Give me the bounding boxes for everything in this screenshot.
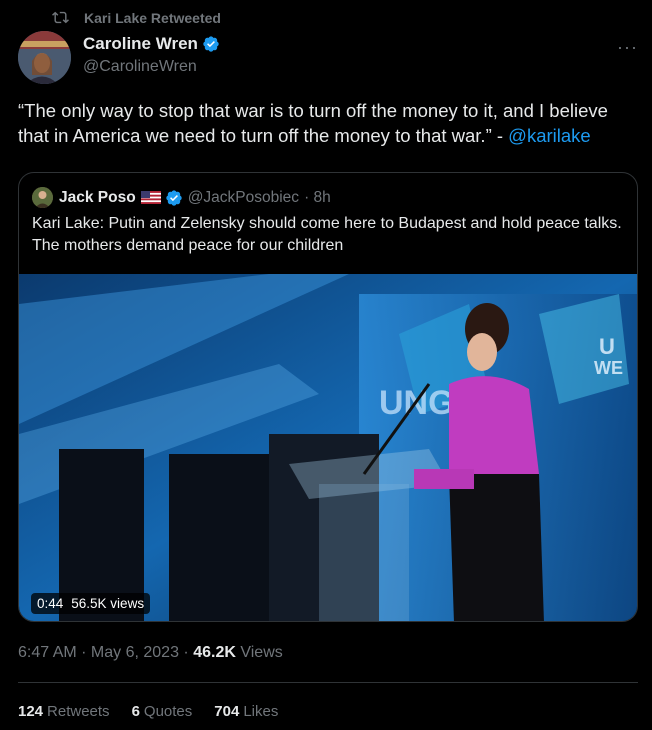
svg-text:WE: WE: [594, 358, 623, 378]
verified-icon: [166, 189, 182, 206]
retweet-context: Kari Lake Retweeted: [52, 9, 221, 26]
quote-avatar: [32, 187, 53, 208]
video-duration: 0:44: [37, 596, 64, 611]
quote-author-handle: @JackPosobiec: [187, 188, 300, 206]
timestamp[interactable]: 6:47 AM · May 6, 2023 ·: [18, 644, 193, 661]
quotes-stat[interactable]: 6 Quotes: [132, 703, 193, 720]
quotes-count: 6: [131, 703, 140, 720]
quote-text: Kari Lake: Putin and Zelensky should com…: [32, 215, 622, 254]
views-label: Views: [235, 644, 283, 661]
likes-count: 704: [214, 703, 240, 720]
tweet-meta: 6:47 AM · May 6, 2023 · 46.2K Views: [18, 644, 283, 662]
retweets-stat[interactable]: 124 Retweets: [18, 703, 110, 720]
author-handle[interactable]: @CarolineWren: [83, 58, 220, 76]
more-icon[interactable]: ···: [617, 37, 638, 58]
video-views: 56.5K views: [71, 596, 145, 611]
us-flag-icon: [140, 191, 161, 204]
divider: [18, 682, 638, 683]
likes-stat[interactable]: 704 Likes: [214, 703, 278, 720]
verified-icon: [203, 36, 219, 52]
quotes-label: Quotes: [143, 703, 193, 720]
engagement-stats: 124 Retweets 6 Quotes 704 Likes: [18, 703, 300, 720]
retweet-label[interactable]: Kari Lake Retweeted: [84, 10, 221, 26]
quote-author-name: Jack Poso: [59, 188, 136, 206]
quoted-tweet[interactable]: Jack Poso @JackPosobiec · 8h Kari Lake: …: [18, 172, 638, 622]
svg-text:U: U: [599, 334, 615, 359]
retweets-label: Retweets: [47, 703, 110, 720]
avatar[interactable]: [18, 31, 71, 84]
mention-link[interactable]: @karilake: [508, 125, 591, 146]
author-block[interactable]: Caroline Wren @CarolineWren: [83, 34, 220, 76]
likes-label: Likes: [243, 703, 279, 720]
video-thumbnail[interactable]: UNG U WE 0:4456.5K views: [19, 274, 637, 621]
views-count: 46.2K: [193, 644, 236, 661]
tweet-text: “The only way to stop that war is to tur…: [18, 98, 638, 148]
retweet-icon: [52, 11, 69, 24]
quote-time: · 8h: [304, 188, 331, 206]
retweets-count: 124: [18, 703, 44, 720]
quote-header: Jack Poso @JackPosobiec · 8h: [32, 187, 331, 208]
video-badge: 0:44 56.5K views: [31, 593, 151, 614]
author-name[interactable]: Caroline Wren: [83, 34, 198, 54]
